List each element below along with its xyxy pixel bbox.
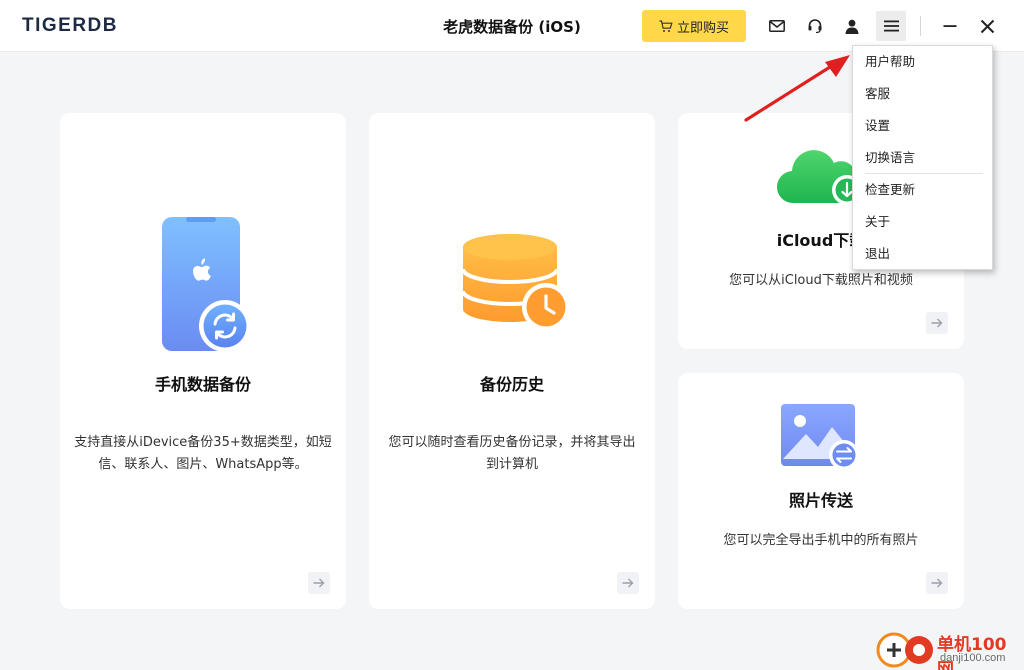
menu-item-switch-language[interactable]: 切换语言 bbox=[853, 144, 992, 172]
phone-backup-icon bbox=[158, 213, 254, 357]
card-title: 照片传送 bbox=[788, 491, 853, 510]
menu-item-customer-service[interactable]: 客服 bbox=[853, 80, 992, 108]
watermark-url: danji100.com bbox=[940, 652, 1006, 664]
menu-item-settings[interactable]: 设置 bbox=[853, 112, 992, 140]
card-title: 手机数据备份 bbox=[154, 375, 251, 394]
toolbar-divider bbox=[920, 16, 921, 36]
user-icon[interactable] bbox=[838, 12, 866, 40]
app-title: 老虎数据备份 (iOS) bbox=[443, 18, 581, 36]
menu-item-about[interactable]: 关于 bbox=[853, 208, 992, 236]
watermark-logo-icon bbox=[876, 632, 933, 668]
arrow-right-icon[interactable] bbox=[617, 572, 639, 594]
arrow-right-icon[interactable] bbox=[926, 572, 948, 594]
menu-item-check-updates[interactable]: 检查更新 bbox=[853, 176, 992, 204]
card-description: 支持直接从iDevice备份35+数据类型，如短信、联系人、图片、WhatsAp… bbox=[74, 435, 332, 472]
buy-now-label: 立即购买 bbox=[676, 20, 729, 36]
card-description: 您可以从iCloud下载照片和视频 bbox=[729, 273, 913, 288]
mail-icon[interactable] bbox=[763, 12, 791, 40]
card-backup-history[interactable]: 备份历史 您可以随时查看历史备份记录，并将其导出到计算机 bbox=[369, 113, 655, 609]
buy-now-button[interactable]: 立即购买 bbox=[642, 10, 746, 42]
database-clock-icon bbox=[461, 233, 570, 337]
card-title: 备份历史 bbox=[479, 375, 544, 394]
photo-transfer-icon bbox=[780, 403, 862, 475]
arrow-right-icon[interactable] bbox=[926, 312, 948, 334]
card-description: 您可以随时查看历史备份记录，并将其导出到计算机 bbox=[388, 435, 636, 472]
main-dropdown-menu: 用户帮助 客服 设置 切换语言 检查更新 关于 退出 bbox=[852, 45, 993, 270]
close-icon[interactable] bbox=[973, 12, 1001, 40]
arrow-right-icon[interactable] bbox=[308, 572, 330, 594]
watermark-title: 单机100网 bbox=[937, 635, 1007, 670]
card-photo-transfer[interactable]: 照片传送 您可以完全导出手机中的所有照片 bbox=[678, 373, 964, 609]
menu-item-user-help[interactable]: 用户帮助 bbox=[853, 48, 992, 76]
hamburger-menu-icon[interactable] bbox=[876, 11, 906, 41]
cart-icon bbox=[659, 19, 673, 33]
watermark: 单机100网 danji100.com bbox=[872, 628, 1022, 670]
app-logo: TIGERDB bbox=[22, 15, 118, 36]
headset-icon[interactable] bbox=[801, 12, 829, 40]
minimize-icon[interactable] bbox=[936, 12, 964, 40]
annotation-arrow-icon bbox=[744, 55, 850, 122]
card-description: 您可以完全导出手机中的所有照片 bbox=[723, 533, 919, 548]
card-phone-backup[interactable]: 手机数据备份 支持直接从iDevice备份35+数据类型，如短信、联系人、图片、… bbox=[60, 113, 346, 609]
menu-item-exit[interactable]: 退出 bbox=[853, 240, 992, 268]
menu-divider bbox=[865, 173, 983, 174]
